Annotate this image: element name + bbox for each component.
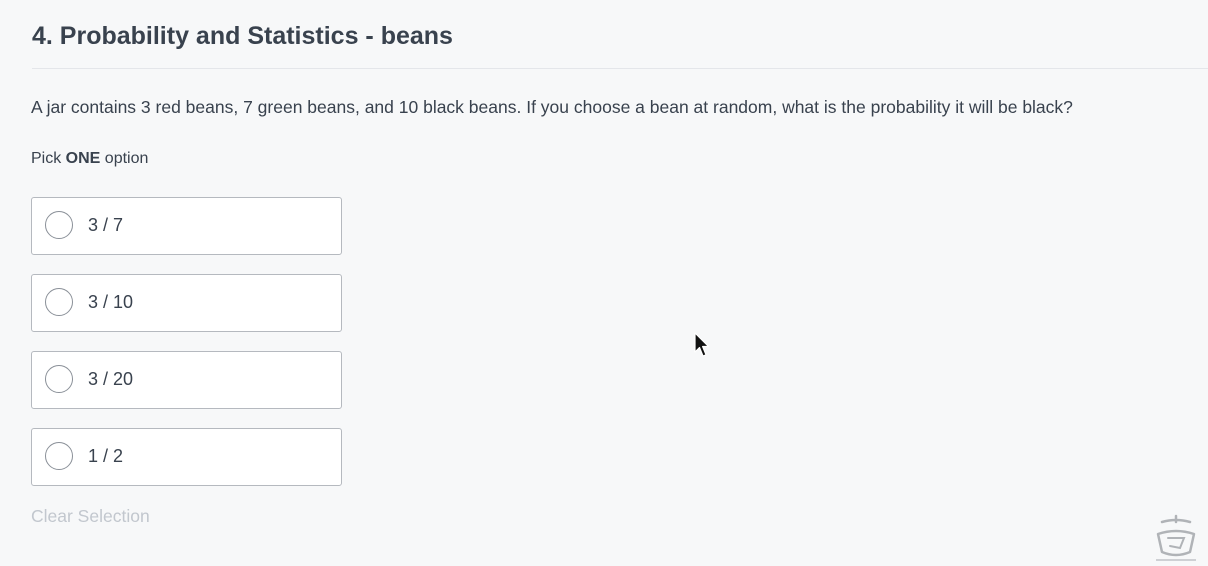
radio-circle-icon[interactable] — [45, 442, 73, 470]
title-divider — [32, 68, 1208, 69]
option-label: 3 / 7 — [88, 215, 124, 235]
pick-hint: Pick ONE option — [31, 150, 148, 168]
pick-hint-prefix: Pick — [31, 150, 66, 167]
options-list: 3 / 7 3 / 10 3 / 20 1 / 2 — [31, 197, 342, 505]
question-text: A jar contains 3 red beans, 7 green bean… — [31, 97, 1073, 117]
mouse-pointer-icon — [694, 332, 710, 357]
option-label: 1 / 2 — [88, 446, 124, 466]
radio-circle-icon[interactable] — [45, 211, 73, 239]
watermark-logo-icon — [1156, 514, 1196, 561]
pick-hint-bold: ONE — [65, 150, 101, 167]
option-3-20[interactable]: 3 / 20 — [31, 351, 342, 409]
pick-hint-suffix: option — [100, 150, 149, 167]
option-3-10[interactable]: 3 / 10 — [31, 274, 342, 332]
clear-selection-button[interactable]: Clear Selection — [31, 506, 150, 527]
question-page: 4. Probability and Statistics - beans A … — [0, 0, 1208, 566]
option-label: 3 / 20 — [88, 369, 134, 389]
radio-circle-icon[interactable] — [45, 288, 73, 316]
option-1-2[interactable]: 1 / 2 — [31, 428, 342, 486]
question-title: 4. Probability and Statistics - beans — [32, 22, 453, 50]
option-label: 3 / 10 — [88, 292, 134, 312]
radio-circle-icon[interactable] — [45, 365, 73, 393]
option-3-7[interactable]: 3 / 7 — [31, 197, 342, 255]
